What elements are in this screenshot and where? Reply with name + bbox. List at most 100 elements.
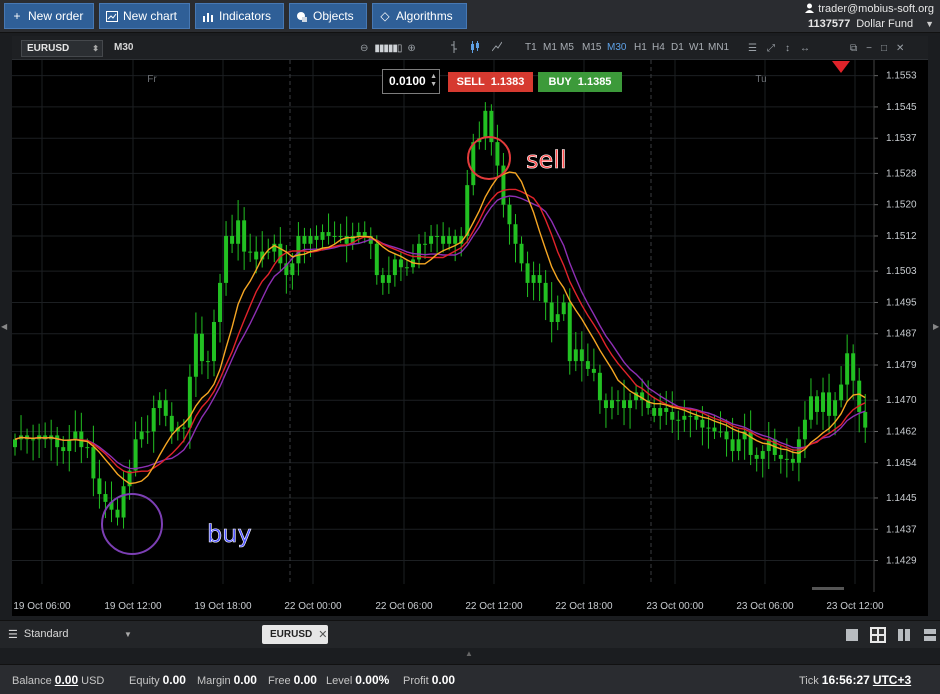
timeframe-h4[interactable]: H4 xyxy=(652,42,665,53)
candle-body xyxy=(754,454,759,459)
candle-chart-icon[interactable] xyxy=(470,40,480,56)
candle-body xyxy=(139,431,144,440)
left-panel-toggle-icon[interactable]: ◀ xyxy=(1,322,7,331)
new-order-button[interactable]: + New order xyxy=(4,3,94,29)
tick-clock: Tick 16:56:27 UTC+3 xyxy=(799,673,911,687)
candle-body xyxy=(380,275,385,283)
maximize-icon[interactable]: □ xyxy=(881,43,887,54)
free-label: Free xyxy=(268,675,291,687)
x-tick-label: 22 Oct 18:00 xyxy=(555,601,613,612)
objects-button[interactable]: Objects xyxy=(289,3,367,29)
chart-type-controls xyxy=(450,40,503,56)
new-order-label: New order xyxy=(28,9,84,23)
buy-button[interactable]: BUY 1.1385 xyxy=(538,72,622,92)
layout-select[interactable]: ☰ Standard ▼ xyxy=(8,628,132,641)
timeframe-m5[interactable]: M5 xyxy=(560,42,574,53)
bars-icon xyxy=(202,10,214,22)
candle-body xyxy=(398,259,403,268)
candle-body xyxy=(483,110,488,139)
trading-terminal: + New order New chart Indicators Objects… xyxy=(0,0,940,694)
candle-body xyxy=(181,427,186,429)
candle-body xyxy=(193,333,198,377)
y-tick-label: 1.1479 xyxy=(886,360,917,371)
line-chart-icon[interactable] xyxy=(491,41,503,56)
sell-button[interactable]: SELL 1.1383 xyxy=(448,72,533,92)
candle-body xyxy=(718,431,723,433)
chevron-down-icon[interactable]: ▼ xyxy=(925,19,934,29)
panel-splitter[interactable]: ▲ xyxy=(0,648,940,658)
timeframe-m1[interactable]: M1 xyxy=(543,42,557,53)
candle-body xyxy=(796,439,801,463)
level-value: 0.00% xyxy=(355,673,390,687)
candle-body xyxy=(320,232,325,240)
chart-tabs-bar: ☰ Standard ▼ EURUSD ✕ xyxy=(0,620,940,648)
diamond-icon: ◇ xyxy=(380,9,390,23)
x-tick-label: 19 Oct 18:00 xyxy=(194,601,252,612)
timeframe-mn1[interactable]: MN1 xyxy=(708,42,729,53)
detach-icon[interactable]: ⧉ xyxy=(850,43,857,54)
profit-value: 0.00 xyxy=(431,673,456,687)
candle-body xyxy=(839,384,844,401)
timeframe-h1[interactable]: H1 xyxy=(634,42,647,53)
layout-single-icon[interactable] xyxy=(844,627,860,643)
tick-label: Tick xyxy=(799,675,819,687)
close-icon[interactable]: ✕ xyxy=(896,43,904,54)
bar-chart-icon[interactable] xyxy=(450,40,458,56)
candle-body xyxy=(308,235,313,244)
zoom-slider[interactable]: ▮▮▮▮▮▯ xyxy=(374,43,402,54)
buy-price: 1.1385 xyxy=(577,76,612,88)
timeframe-t1[interactable]: T1 xyxy=(525,42,537,53)
layout-rows-icon[interactable] xyxy=(922,627,938,643)
layout-grid-icon[interactable] xyxy=(870,627,886,643)
candle-body xyxy=(236,220,241,244)
minimize-icon[interactable]: − xyxy=(866,43,872,54)
lot-size-value: 0.0100 xyxy=(389,74,426,88)
candle-body xyxy=(211,322,216,362)
chart-window: EURUSD ⬍ M30 ⊖ ▮▮▮▮▮▯ ⊕ T1 M1 M5 M15 M30… xyxy=(12,36,928,616)
candle-body xyxy=(447,235,452,244)
chart-tab-eurusd[interactable]: EURUSD ✕ xyxy=(262,625,328,644)
candle-body xyxy=(591,368,596,373)
y-tick-label: 1.1495 xyxy=(886,297,917,308)
timeframe-m15[interactable]: M15 xyxy=(582,42,601,53)
spinner-icon[interactable]: ▲ ▼ xyxy=(430,73,437,89)
timeframe-w1[interactable]: W1 xyxy=(689,42,704,53)
zoom-in-icon[interactable]: ⊕ xyxy=(407,43,415,54)
candle-body xyxy=(609,400,614,409)
candle-body xyxy=(302,235,307,244)
account-info[interactable]: trader@mobius-soft.org 1137577 Dollar Fu… xyxy=(805,2,934,31)
layout-columns-icon[interactable] xyxy=(896,627,912,643)
trendline-icon[interactable]: ⤢ xyxy=(767,43,775,54)
candle-body xyxy=(441,235,446,244)
sell-price: 1.1383 xyxy=(490,76,525,88)
timeframe-m30[interactable]: M30 xyxy=(607,42,626,53)
day-label: Fr xyxy=(147,74,157,85)
y-tick-label: 1.1454 xyxy=(886,458,917,469)
candle-body xyxy=(778,454,783,459)
candle-body xyxy=(543,282,548,303)
level: Level 0.00% xyxy=(326,673,389,687)
collapse-icon[interactable]: ▲ xyxy=(465,649,473,658)
zoom-out-icon[interactable]: ⊖ xyxy=(360,43,368,54)
sell-annotation: sell xyxy=(526,146,567,174)
new-chart-button[interactable]: New chart xyxy=(99,3,190,29)
timezone[interactable]: UTC+3 xyxy=(873,673,911,687)
candle-body xyxy=(706,427,711,429)
vertical-scale-icon[interactable]: ↕ xyxy=(785,43,790,54)
timeframe-d1[interactable]: D1 xyxy=(671,42,684,53)
horizontal-scale-icon[interactable]: ↔ xyxy=(800,43,810,54)
lot-size-input[interactable]: 0.0100 ▲ ▼ xyxy=(382,69,440,94)
algorithms-button[interactable]: ◇ Algorithms xyxy=(372,3,467,29)
candle-body xyxy=(802,419,807,440)
price-chart[interactable]: 1.1553 1.1545 1.1537 1.1528 1.1520 1.1512 1.15… xyxy=(12,60,928,616)
indicators-button[interactable]: Indicators xyxy=(195,3,284,29)
tab-close-icon[interactable]: ✕ xyxy=(318,628,327,641)
indicator-list-icon[interactable]: ☰ xyxy=(748,43,757,54)
right-panel-toggle-icon[interactable]: ▶ xyxy=(933,322,939,331)
symbol-select[interactable]: EURUSD ⬍ xyxy=(21,40,103,57)
candle-body xyxy=(163,400,168,416)
x-tick-label: 19 Oct 12:00 xyxy=(104,601,162,612)
y-tick-label: 1.1487 xyxy=(886,329,917,340)
buy-label: BUY xyxy=(548,76,572,88)
candle-body xyxy=(525,263,530,283)
